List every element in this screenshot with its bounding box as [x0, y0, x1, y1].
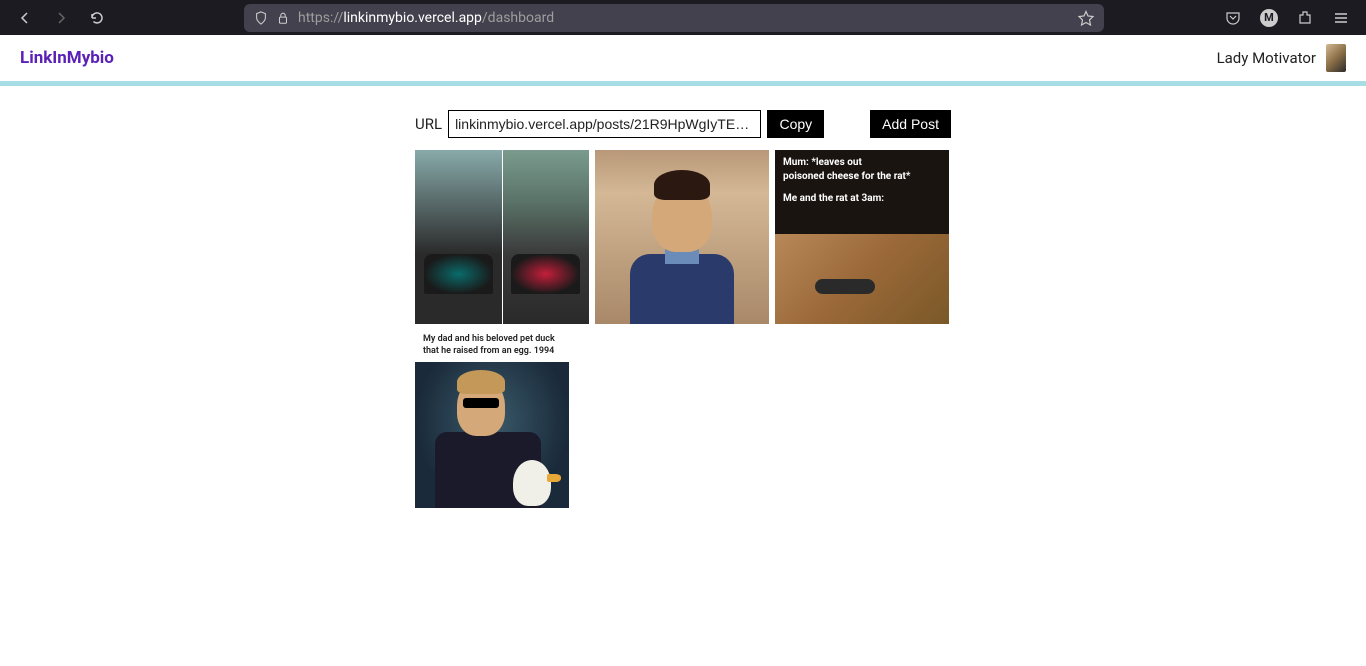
star-icon[interactable] [1078, 10, 1094, 26]
browser-chrome: https://linkinmybio.vercel.app/dashboard… [0, 0, 1366, 35]
lock-icon [276, 11, 290, 25]
post-f1-comparison[interactable] [415, 150, 589, 324]
username[interactable]: Lady Motivator [1217, 49, 1316, 67]
address-bar[interactable]: https://linkinmybio.vercel.app/dashboard [244, 4, 1104, 32]
back-button[interactable] [10, 3, 40, 33]
menu-icon[interactable] [1326, 3, 1356, 33]
post-caption: My dad and his beloved pet duck that he … [415, 330, 569, 363]
app-logo[interactable]: LinkInMybio [20, 48, 114, 68]
extensions-icon[interactable] [1290, 3, 1320, 33]
add-post-button[interactable]: Add Post [870, 110, 951, 138]
url-input[interactable] [448, 110, 761, 138]
post-rat-meme[interactable]: Mum: *leaves out poisoned cheese for the… [775, 150, 949, 324]
reload-button[interactable] [82, 3, 112, 33]
url-text: https://linkinmybio.vercel.app/dashboard [298, 10, 1070, 26]
url-label: URL [415, 115, 442, 133]
account-icon[interactable]: M [1254, 3, 1284, 33]
shield-icon [254, 11, 268, 25]
meme-text: Mum: *leaves out poisoned cheese for the… [775, 150, 949, 212]
post-man-portrait[interactable] [595, 150, 769, 324]
posts-grid: Mum: *leaves out poisoned cheese for the… [415, 150, 951, 508]
url-row: URL Copy Add Post [415, 110, 951, 138]
post-duck-dad[interactable]: My dad and his beloved pet duck that he … [415, 330, 569, 508]
avatar[interactable] [1326, 44, 1346, 72]
copy-button[interactable]: Copy [767, 110, 824, 138]
app-header: LinkInMybio Lady Motivator [0, 35, 1366, 81]
main-content: URL Copy Add Post Mum: *leaves out poiso… [0, 86, 1366, 508]
forward-button[interactable] [46, 3, 76, 33]
pocket-icon[interactable] [1218, 3, 1248, 33]
